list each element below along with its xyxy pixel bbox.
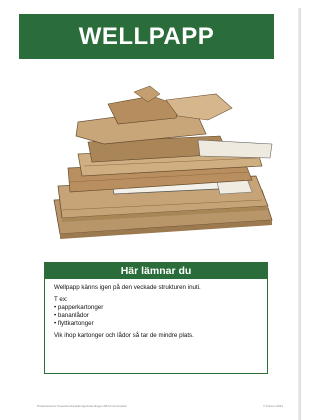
header-band: WELLPAPP <box>19 14 274 59</box>
examples-list: • papperkartonger • bananlådor • flyttka… <box>54 304 259 328</box>
page-title: WELLPAPP <box>78 22 215 50</box>
recycling-sign: WELLPAPP Här lämnar du Wellpapp känns ig… <box>0 0 301 420</box>
list-item: • flyttkartonger <box>54 320 94 327</box>
examples-label: T ex: <box>54 296 68 303</box>
page-edge-shadow <box>298 8 301 420</box>
list-item: • bananlådor <box>54 312 89 319</box>
panel-heading: Här lämnar du <box>45 263 267 279</box>
drop-off-info-panel: Här lämnar du Wellpapp känns igen på den… <box>44 262 268 374</box>
panel-intro: Wellpapp känns igen på den veckade struk… <box>54 284 201 291</box>
panel-note: Vik ihop kartonger och lådor så tar de m… <box>54 332 194 339</box>
footer-credit: Producerad av Svenska förpackningsinsaml… <box>37 404 127 408</box>
footer-copyright: © Fortum 2014 <box>262 404 283 408</box>
cardboard-stack-image <box>53 85 273 239</box>
panel-body: Wellpapp känns igen på den veckade struk… <box>45 279 267 340</box>
list-item: • papperkartonger <box>54 304 104 311</box>
